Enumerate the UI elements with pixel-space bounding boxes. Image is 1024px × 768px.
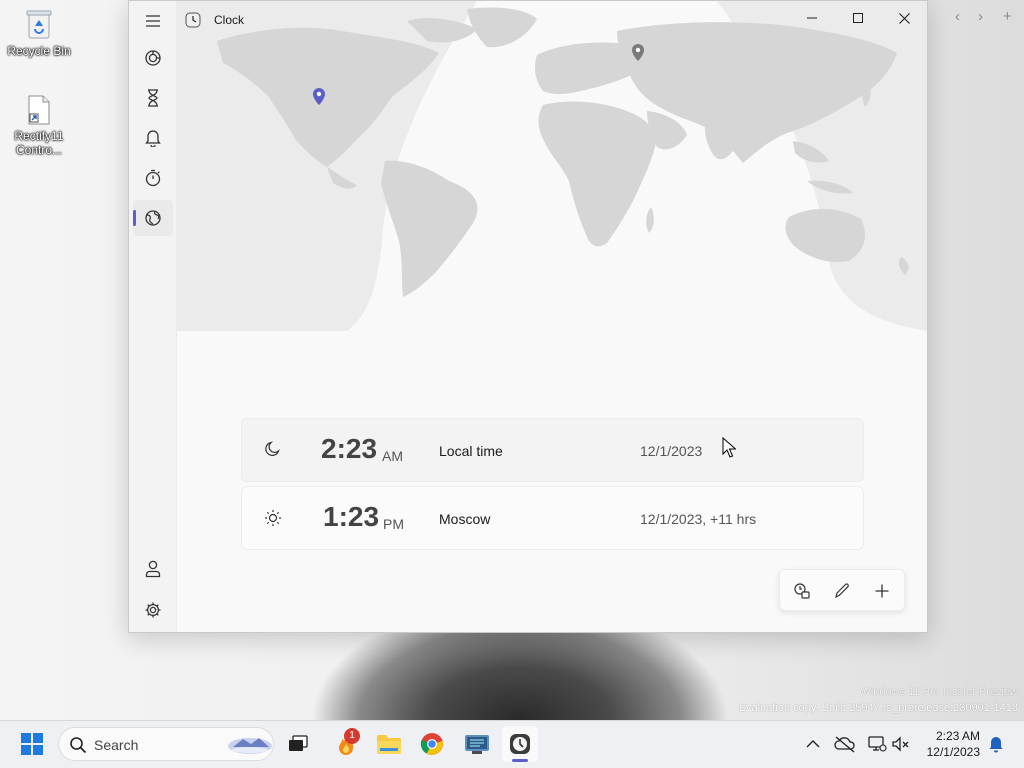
close-icon: [898, 12, 910, 24]
clock-window: 2:23 AM Local time 12/1/2023 1:23 PM Mos…: [128, 0, 928, 633]
taskbar-app-file-explorer[interactable]: [371, 726, 407, 762]
nav-selection-indicator: [133, 210, 136, 226]
watermark-line-1: Windows 11 Pro Insider Preview: [860, 686, 1018, 698]
maximize-button[interactable]: [835, 1, 881, 35]
chevron-up-icon: [806, 740, 820, 748]
clock-time: 2:23: [321, 433, 378, 464]
maximize-icon: [853, 13, 863, 23]
plus-icon[interactable]: +: [1003, 8, 1012, 25]
task-view-button[interactable]: [280, 726, 316, 762]
desktop-icon-recycle-bin[interactable]: Recycle Bin: [1, 8, 77, 58]
tray-clock[interactable]: 2:23 AM 12/1/2023: [900, 728, 980, 760]
clock-city: Moscow: [439, 511, 491, 527]
tray-overflow-button[interactable]: [795, 726, 831, 762]
nav-alarm[interactable]: [133, 120, 173, 156]
nav-settings[interactable]: [133, 592, 173, 628]
stopwatch-icon: [145, 169, 161, 187]
clock-date: 12/1/2023: [640, 443, 703, 459]
search-icon: [70, 737, 87, 754]
taskbar-app-control-panel[interactable]: [459, 726, 495, 762]
title-bar: Clock: [177, 1, 927, 37]
chevron-left-icon[interactable]: ‹: [955, 8, 960, 25]
pencil-icon: [835, 583, 849, 599]
desktop-icon-rectify11[interactable]: Rectify11 Contro...: [1, 95, 77, 157]
taskbar-search-box[interactable]: Search: [58, 727, 274, 761]
search-label: Search: [94, 737, 139, 753]
watermark-line-2: Evaluation copy. Build 25947.rs_prerelea…: [738, 702, 1018, 714]
compare-clocks-icon: [794, 583, 810, 599]
cloud-off-icon: [834, 736, 855, 753]
search-highlight-image: [228, 738, 272, 754]
mouse-cursor-icon: [722, 437, 736, 458]
clock-ampm: AM: [382, 448, 403, 464]
recycle-bin-icon: [26, 10, 52, 39]
clock-date: 12/1/2023, +11 hrs: [640, 511, 757, 527]
tray-time: 2:23 AM: [935, 729, 980, 743]
taskbar-app-clock[interactable]: [502, 726, 538, 762]
notification-badge: 1: [344, 728, 360, 744]
clock-time: 1:23: [323, 501, 380, 532]
globe-icon: [145, 210, 161, 226]
person-icon: [145, 560, 161, 578]
app-title: Clock: [214, 13, 245, 27]
bell-icon: [145, 130, 161, 147]
control-panel-icon: [465, 735, 489, 754]
notifications-button[interactable]: [978, 726, 1014, 762]
nav-pane: [129, 1, 177, 632]
file-shortcut-icon: [28, 95, 50, 125]
moon-icon: [265, 441, 280, 456]
tray-onedrive[interactable]: [827, 726, 863, 762]
taskbar-app-chrome[interactable]: [414, 726, 450, 762]
windows-logo-icon: [21, 733, 43, 755]
desktop-icon-label: Rectify11 Contro...: [14, 129, 64, 157]
clock-city: Local time: [439, 443, 503, 459]
minimize-icon: [807, 17, 817, 19]
edit-button[interactable]: [824, 573, 860, 609]
plus-icon: [875, 584, 889, 598]
tray-date: 12/1/2023: [926, 745, 980, 759]
command-bar: [779, 569, 905, 611]
nav-world-clock[interactable]: [133, 200, 173, 236]
start-button[interactable]: [14, 726, 50, 762]
world-clock-card[interactable]: 2:23 AM Local time 12/1/2023: [241, 418, 864, 482]
task-view-icon: [289, 735, 308, 751]
nav-account[interactable]: [133, 551, 173, 587]
bell-icon: [989, 737, 1003, 753]
add-city-button[interactable]: [864, 573, 900, 609]
sun-icon: [265, 510, 281, 526]
world-clock-card[interactable]: 1:23 PM Moscow 12/1/2023, +11 hrs: [241, 486, 864, 550]
minimize-button[interactable]: [789, 1, 835, 35]
active-app-indicator: [512, 759, 528, 762]
gear-icon: [145, 602, 161, 618]
clock-app-icon: [510, 734, 530, 754]
compare-button[interactable]: [784, 573, 820, 609]
chevron-right-icon[interactable]: ›: [978, 8, 983, 25]
desktop-icon-label: Recycle Bin: [7, 44, 71, 58]
folder-icon: [377, 735, 401, 754]
close-button[interactable]: [881, 1, 927, 35]
world-clock-page: 2:23 AM Local time 12/1/2023 1:23 PM Mos…: [177, 1, 927, 632]
hamburger-icon: [146, 15, 160, 27]
clock-app-icon: [185, 12, 201, 28]
clock-ampm: PM: [383, 516, 404, 532]
chrome-icon: [420, 733, 443, 755]
focus-icon: [145, 50, 161, 66]
nav-stopwatch[interactable]: [133, 160, 173, 196]
hourglass-icon: [148, 89, 158, 107]
nav-focus-sessions[interactable]: [133, 40, 173, 76]
world-map: [177, 1, 927, 331]
hamburger-menu-button[interactable]: [133, 3, 173, 39]
nav-timer[interactable]: [133, 80, 173, 116]
